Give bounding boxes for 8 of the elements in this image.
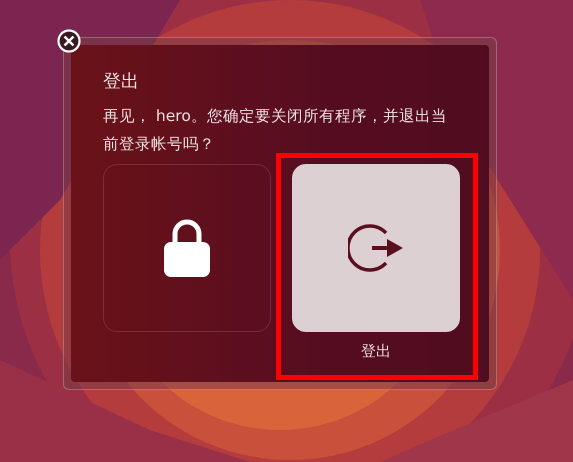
dialog-title: 登出 [103, 70, 140, 93]
lock-button[interactable] [103, 164, 271, 332]
dialog-message: 再见， hero。您确定要关闭所有程序，并退出当前登录帐号吗？ [103, 106, 448, 155]
logout-icon [348, 224, 404, 272]
logout-button[interactable] [292, 164, 460, 332]
option-label: 登出 [361, 342, 391, 361]
lock-icon [164, 219, 210, 277]
close-icon[interactable] [57, 29, 81, 53]
